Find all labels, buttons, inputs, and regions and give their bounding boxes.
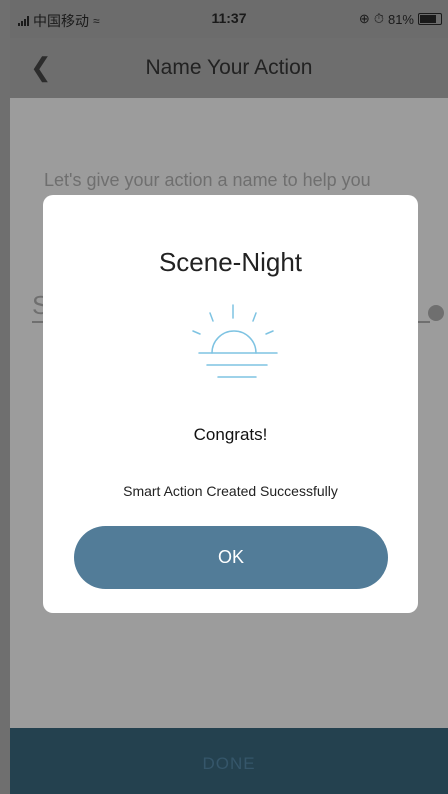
- dialog-title: Scene-Night: [158, 247, 303, 277]
- instruction-text: Let's give your action a name to help yo…: [44, 170, 371, 190]
- done-button[interactable]: DONE: [10, 728, 448, 794]
- clear-icon[interactable]: [428, 305, 444, 321]
- congrats-heading: Congrats!: [193, 425, 268, 444]
- battery-percent: 81%: [387, 11, 414, 27]
- success-message: Smart Action Created Successfully: [123, 483, 338, 499]
- left-edge: [0, 0, 10, 794]
- success-dialog: Scene-Night Congrats! Smart Action Creat…: [43, 195, 418, 613]
- nav-bar: ❮ Name Your Action: [10, 38, 448, 98]
- page-title: Name Your Action: [145, 56, 313, 79]
- sunrise-icon: [192, 304, 278, 378]
- screen: 中国移动 ≈ 11:37 ⊕ ⏱ 81% ❮ Name Your Action …: [0, 0, 448, 794]
- alarm-icon: ⏱: [373, 11, 384, 26]
- done-label: DONE: [202, 754, 256, 773]
- location-icon: ⊕: [358, 11, 370, 26]
- ok-button[interactable]: OK: [74, 526, 388, 589]
- status-bar: 中国移动 ≈ 11:37 ⊕ ⏱ 81%: [10, 0, 448, 38]
- status-right: ⊕ ⏱ 81%: [359, 11, 442, 27]
- battery-icon: [418, 13, 442, 25]
